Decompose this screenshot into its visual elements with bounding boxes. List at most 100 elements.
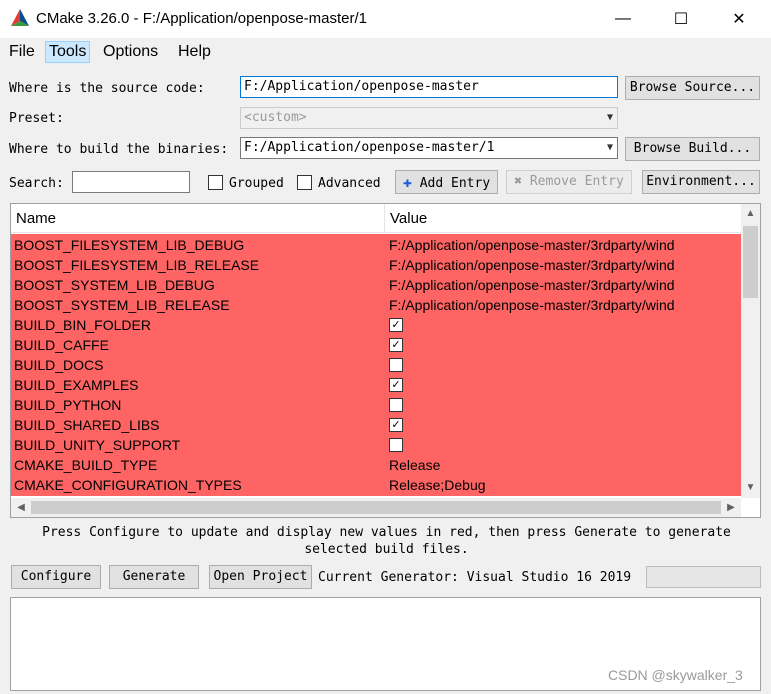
entry-name: CMAKE_CONFIGURATION_TYPES [14,477,242,493]
table-row[interactable]: BUILD_SHARED_LIBS ✓ [11,415,741,435]
table-row[interactable]: CMAKE_CONFIGURATION_TYPES Release;Debug [11,475,741,495]
entry-value-checkbox[interactable] [389,358,403,372]
search-input[interactable] [72,171,190,193]
checkmark-icon: ✓ [391,379,401,391]
column-header-name[interactable]: Name [11,204,385,233]
scroll-left-icon[interactable]: ◀ [11,498,31,517]
menu-file[interactable]: File [6,41,38,63]
advanced-checkbox[interactable] [297,175,312,190]
entry-value-checkbox[interactable]: ✓ [389,318,403,332]
environment-button[interactable]: Environment... [642,170,760,194]
browse-source-button[interactable]: Browse Source... [625,76,760,100]
window-title: CMake 3.26.0 - F:/Application/openpose-m… [36,10,368,27]
grouped-label: Grouped [229,176,284,191]
generate-button[interactable]: Generate [109,565,199,589]
table-row[interactable]: BUILD_CAFFE ✓ [11,335,741,355]
horizontal-scrollbar[interactable]: ◀ ▶ [11,498,741,517]
menu-options[interactable]: Options [100,41,161,63]
entry-name: BUILD_PYTHON [14,397,122,413]
scroll-up-icon[interactable]: ▲ [741,204,760,224]
browse-build-button[interactable]: Browse Build... [625,137,760,161]
binaries-path-value: F:/Application/openpose-master/1 [244,140,495,155]
table-row[interactable]: BOOST_SYSTEM_LIB_DEBUG F:/Application/ope… [11,275,741,295]
table-row[interactable]: BUILD_PYTHON [11,395,741,415]
entry-name: BUILD_UNITY_SUPPORT [14,437,181,453]
entry-name: BOOST_FILESYSTEM_LIB_DEBUG [14,237,245,253]
preset-combo: <custom> ▼ [240,107,618,129]
entry-value-checkbox[interactable] [389,398,403,412]
entry-value[interactable]: F:/Application/openpose-master/3rdparty/… [389,295,675,315]
source-path-input[interactable]: F:/Application/openpose-master [240,76,618,98]
current-generator-label: Current Generator: Visual Studio 16 2019 [318,570,632,585]
entry-value[interactable]: Release;Debug [389,475,486,495]
checkmark-icon: ✓ [391,419,401,431]
entry-name: CMAKE_BUILD_TYPE [14,457,158,473]
entry-value-checkbox[interactable] [389,438,403,452]
checkmark-icon: ✓ [391,319,401,331]
table-rows: BOOST_FILESYSTEM_LIB_DEBUG F:/Application… [11,234,741,496]
plus-icon: ✚ [402,173,412,191]
maximize-icon: ☐ [673,11,689,28]
entry-name: BUILD_EXAMPLES [14,377,139,393]
entry-value-checkbox[interactable]: ✓ [389,418,403,432]
add-entry-button[interactable]: ✚ Add Entry [395,170,498,194]
progress-bar [646,566,761,588]
table-row[interactable]: BUILD_UNITY_SUPPORT [11,435,741,455]
entry-name: BUILD_DOCS [14,357,104,373]
table-row[interactable]: BUILD_BIN_FOLDER ✓ [11,315,741,335]
entry-name: BUILD_CAFFE [14,337,109,353]
table-row[interactable]: CMAKE_BUILD_TYPE Release [11,455,741,475]
info-text: Press Configure to update and display ne… [42,525,731,557]
chevron-down-icon[interactable]: ▼ [607,138,613,158]
cache-table: Name Value BOOST_FILESYSTEM_LIB_DEBUG F:/… [10,203,761,518]
vertical-scrollbar[interactable]: ▲ ▼ [741,204,760,498]
preset-value: <custom> [244,110,307,125]
entry-name: BUILD_BIN_FOLDER [14,317,151,333]
scroll-down-icon[interactable]: ▼ [741,478,760,498]
remove-icon: ✖ [514,174,523,189]
entry-value[interactable]: F:/Application/openpose-master/3rdparty/… [389,255,675,275]
table-row[interactable]: BOOST_FILESYSTEM_LIB_DEBUG F:/Application… [11,235,741,255]
entry-value[interactable]: Release [389,455,440,475]
binaries-path-combo[interactable]: F:/Application/openpose-master/1 ▼ [240,137,618,159]
chevron-down-icon: ▼ [606,112,613,123]
vertical-scroll-thumb[interactable] [743,226,758,298]
checkmark-icon: ✓ [391,339,401,351]
table-row[interactable]: BUILD_EXAMPLES ✓ [11,375,741,395]
menu-help[interactable]: Help [175,41,214,63]
open-project-button[interactable]: Open Project [209,565,312,589]
horizontal-scroll-thumb[interactable] [31,501,721,514]
configure-button[interactable]: Configure [11,565,101,589]
table-row[interactable]: BOOST_SYSTEM_LIB_RELEASE F:/Application/o… [11,295,741,315]
entry-value-checkbox[interactable]: ✓ [389,378,403,392]
watermark: CSDN @skywalker_3 [608,667,743,683]
scroll-right-icon[interactable]: ▶ [721,498,741,517]
entry-name: BUILD_SHARED_LIBS [14,417,160,433]
entry-value[interactable]: F:/Application/openpose-master/3rdparty/… [389,275,675,295]
entry-name: BOOST_FILESYSTEM_LIB_RELEASE [14,257,260,273]
entry-value[interactable]: F:/Application/openpose-master/3rdparty/… [389,235,675,255]
table-row[interactable]: BUILD_DOCS [11,355,741,375]
menu-tools[interactable]: Tools [45,41,91,63]
column-header-value[interactable]: Value [385,204,741,233]
advanced-label: Advanced [318,176,381,191]
table-header: Name Value [11,204,741,233]
remove-entry-button[interactable]: ✖ Remove Entry [506,170,632,194]
minimize-button[interactable]: — [600,0,646,38]
close-button[interactable]: ✕ [716,0,762,38]
search-label: Search: [9,176,64,191]
remove-entry-label: Remove Entry [529,174,624,189]
table-row[interactable]: BOOST_FILESYSTEM_LIB_RELEASE F:/Applicati… [11,255,741,275]
maximize-button[interactable]: ☐ [658,0,704,38]
cmake-triangle-icon [11,9,29,26]
source-label: Where is the source code: [9,81,205,96]
close-icon: ✕ [732,11,746,28]
entry-name: BOOST_SYSTEM_LIB_RELEASE [14,297,230,313]
entry-name: BOOST_SYSTEM_LIB_DEBUG [14,277,215,293]
add-entry-label: Add Entry [419,176,491,191]
preset-label: Preset: [9,111,64,126]
grouped-checkbox[interactable] [208,175,223,190]
menu-bar: File Tools Options Help [0,38,771,64]
minimize-icon: — [615,10,631,27]
entry-value-checkbox[interactable]: ✓ [389,338,403,352]
